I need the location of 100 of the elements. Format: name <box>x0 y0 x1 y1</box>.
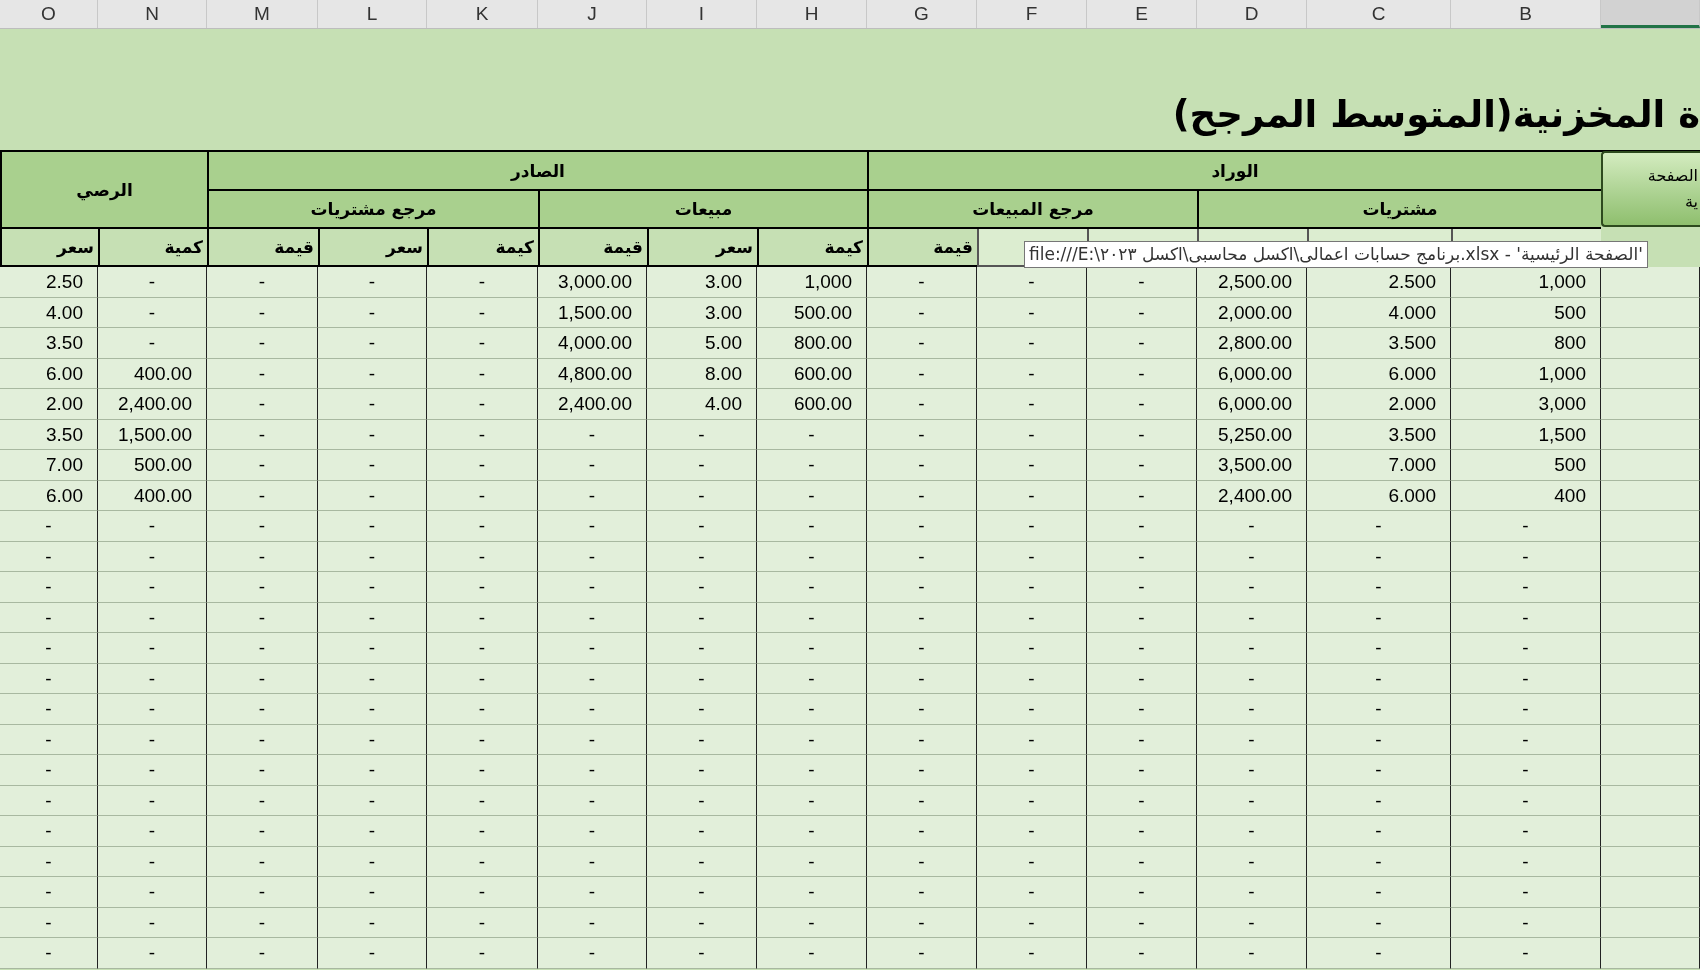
table-cell: - <box>0 816 98 847</box>
table-cell: - <box>98 511 207 542</box>
table-cell: - <box>867 846 977 877</box>
table-cell: - <box>207 785 318 816</box>
table-cell: - <box>977 602 1087 633</box>
column-heading[interactable]: I <box>647 0 757 28</box>
table-cell: - <box>318 633 427 664</box>
table-cell: - <box>977 541 1087 572</box>
table-cell: - <box>98 877 207 908</box>
column-header: كيمة <box>427 229 538 267</box>
table-cell: - <box>207 694 318 725</box>
table-cell: - <box>867 877 977 908</box>
table-cell: - <box>1307 511 1451 542</box>
column-heading[interactable]: F <box>977 0 1087 28</box>
table-cell: - <box>207 572 318 603</box>
table-cell: - <box>1451 572 1601 603</box>
table-cell: - <box>977 480 1087 511</box>
table-cell: - <box>647 907 757 938</box>
column-heading[interactable]: G <box>867 0 977 28</box>
home-page-button[interactable]: الصفحة ية <box>1601 151 1700 227</box>
table-cell: 3.50 <box>0 419 98 450</box>
table-cell: 500.00 <box>757 297 867 328</box>
table-cell: - <box>1451 602 1601 633</box>
table-cell: - <box>1087 389 1197 420</box>
table-cell: - <box>207 602 318 633</box>
column-heading[interactable]: M <box>207 0 318 28</box>
table-cell: 1,000 <box>757 267 867 298</box>
table-cell: - <box>757 907 867 938</box>
table-cell: - <box>977 358 1087 389</box>
table-cell: 3,500.00 <box>1197 450 1307 481</box>
table-cell: - <box>757 480 867 511</box>
column-header: قيمة <box>207 229 318 267</box>
column-heading[interactable]: K <box>427 0 538 28</box>
table-cell: 4.00 <box>647 389 757 420</box>
table-cell: - <box>207 389 318 420</box>
column-heading[interactable]: L <box>318 0 427 28</box>
table-cell: - <box>1197 938 1307 969</box>
column-heading[interactable]: C <box>1307 0 1451 28</box>
table-cell: - <box>867 602 977 633</box>
table-cell: - <box>318 694 427 725</box>
table-cell: 3.50 <box>0 328 98 359</box>
table-cell: - <box>1307 755 1451 786</box>
table-cell: - <box>318 907 427 938</box>
table-cell: - <box>757 694 867 725</box>
table-cell: - <box>867 694 977 725</box>
column-heading[interactable]: J <box>538 0 647 28</box>
table-cell: - <box>1307 877 1451 908</box>
hyperlink-tooltip: file:///E:\برنامج حسابات اعمالى\اكسل محاسبى\اكسل ٢٠٢٣.xlsx - 'الصفحة الرئيسية' <box>1024 241 1648 268</box>
table-cell: 2,500.00 <box>1197 267 1307 298</box>
column-heading[interactable]: H <box>757 0 867 28</box>
table-cell: - <box>1197 572 1307 603</box>
table-cell: - <box>757 938 867 969</box>
column-heading[interactable]: N <box>98 0 207 28</box>
table-cell: - <box>647 602 757 633</box>
table-cell: - <box>318 511 427 542</box>
table-cell: - <box>0 755 98 786</box>
table-cell: 3,000 <box>1451 389 1601 420</box>
table-cell: - <box>1087 785 1197 816</box>
table-cell: - <box>207 663 318 694</box>
table-cell: - <box>867 572 977 603</box>
table-cell: - <box>1451 633 1601 664</box>
column-heading[interactable] <box>1601 0 1700 28</box>
table-cell: - <box>1087 755 1197 786</box>
table-cell: - <box>1087 938 1197 969</box>
table-cell: - <box>538 511 647 542</box>
table-cell: - <box>757 663 867 694</box>
table-cell: - <box>867 785 977 816</box>
table-cell: - <box>98 297 207 328</box>
table-cell: - <box>867 267 977 298</box>
table-cell: - <box>0 724 98 755</box>
table-cell: - <box>538 907 647 938</box>
table-cell: 2,400.00 <box>538 389 647 420</box>
table-cell: - <box>757 755 867 786</box>
table-cell: - <box>427 633 538 664</box>
table-cell: - <box>867 755 977 786</box>
table-cell: - <box>867 633 977 664</box>
column-heading[interactable]: D <box>1197 0 1307 28</box>
table-cell: - <box>427 389 538 420</box>
table-cell: - <box>1087 572 1197 603</box>
table-cell: - <box>1451 694 1601 725</box>
table-cell: - <box>867 450 977 481</box>
table-cell: - <box>757 511 867 542</box>
column-heading[interactable]: E <box>1087 0 1197 28</box>
table-cell: - <box>98 328 207 359</box>
column-header: سعر <box>0 229 98 267</box>
table-cell: 2.500 <box>1307 267 1451 298</box>
column-heading[interactable]: O <box>0 0 98 28</box>
table-cell: - <box>427 663 538 694</box>
table-cell: - <box>757 450 867 481</box>
table-cell: - <box>1307 572 1451 603</box>
table-cell: - <box>427 724 538 755</box>
table-cell: - <box>1087 877 1197 908</box>
table-cell: - <box>207 846 318 877</box>
table-cell: - <box>318 297 427 328</box>
table-cell: - <box>1307 724 1451 755</box>
table-cell: 400.00 <box>98 358 207 389</box>
table-cell: 6,000.00 <box>1197 389 1307 420</box>
table-cell: - <box>538 785 647 816</box>
table-cell: - <box>98 663 207 694</box>
table-cell: - <box>427 450 538 481</box>
